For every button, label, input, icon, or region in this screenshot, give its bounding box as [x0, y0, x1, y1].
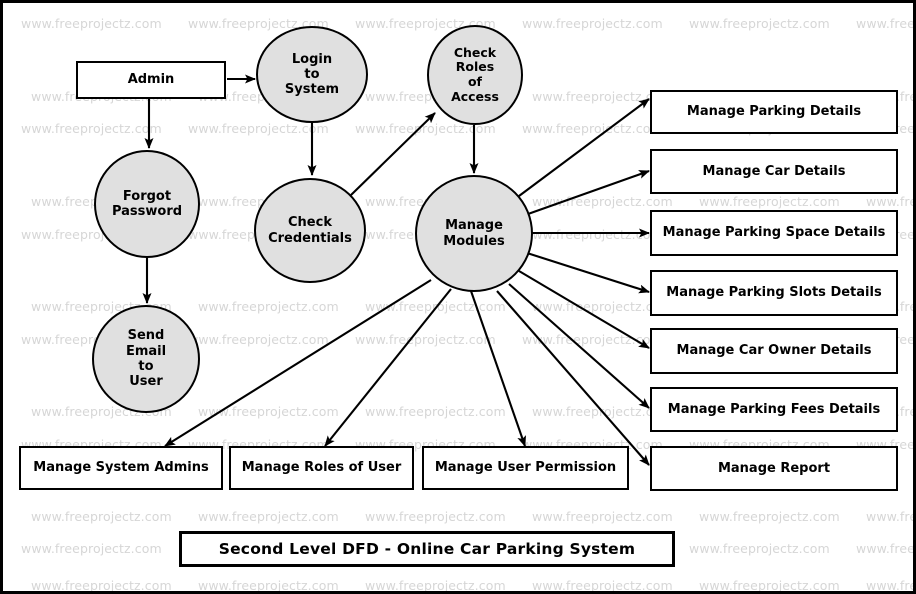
data-store-car-details-label: Manage Car Details [702, 163, 846, 179]
flow-manage-modules-to-car-details [527, 170, 650, 215]
data-store-car-owner-details-label: Manage Car Owner Details [676, 343, 872, 359]
flow-manage-modules-to-report [496, 290, 650, 466]
data-store-user-permission[interactable]: Manage User Permission [422, 446, 629, 490]
process-send-email-to-user-label: Send Email to User [125, 328, 167, 390]
flow-manage-modules-to-roles-of-user [324, 288, 452, 447]
data-store-parking-fees-details-label: Manage Parking Fees Details [667, 401, 881, 417]
data-store-system-admins-label: Manage System Admins [33, 460, 209, 476]
data-store-report-label: Manage Report [717, 460, 831, 476]
external-entity-admin-label: Admin [127, 72, 175, 88]
process-manage-modules[interactable]: Manage Modules [415, 175, 533, 292]
data-store-user-permission-label: Manage User Permission [434, 460, 617, 476]
data-store-parking-details[interactable]: Manage Parking Details [650, 90, 898, 134]
data-store-car-owner-details[interactable]: Manage Car Owner Details [650, 328, 898, 374]
process-manage-modules-label: Manage Modules [443, 218, 505, 249]
data-store-report[interactable]: Manage Report [650, 446, 898, 491]
flow-manage-modules-to-parking-fees-details [508, 283, 650, 409]
flow-check-credentials-to-check-roles [350, 112, 436, 196]
process-check-credentials[interactable]: Check Credentials [254, 178, 366, 283]
process-check-roles-of-access[interactable]: Check Roles of Access [427, 25, 523, 125]
process-login-to-system[interactable]: Login to System [256, 26, 368, 123]
data-store-parking-slots-details[interactable]: Manage Parking Slots Details [650, 270, 898, 316]
data-store-car-details[interactable]: Manage Car Details [650, 149, 898, 194]
process-login-to-system-label: Login to System [284, 51, 340, 98]
diagram-title-box: Second Level DFD - Online Car Parking Sy… [179, 531, 675, 567]
dfd-diagram-canvas: www.freeprojectz.com www.freeprojectz.com… [0, 0, 916, 594]
data-store-parking-details-label: Manage Parking Details [686, 104, 862, 120]
flow-manage-modules-to-parking-details [518, 98, 650, 197]
diagram-title: Second Level DFD - Online Car Parking Sy… [218, 539, 636, 558]
process-check-credentials-label: Check Credentials [268, 215, 352, 246]
data-store-parking-fees-details[interactable]: Manage Parking Fees Details [650, 387, 898, 432]
data-store-roles-of-user-label: Manage Roles of User [241, 460, 402, 476]
data-store-parking-slots-details-label: Manage Parking Slots Details [666, 285, 882, 301]
process-check-roles-of-access-label: Check Roles of Access [451, 44, 499, 104]
process-forgot-password[interactable]: Forgot Password [94, 150, 200, 258]
data-store-roles-of-user[interactable]: Manage Roles of User [229, 446, 414, 490]
data-store-system-admins[interactable]: Manage System Admins [19, 446, 223, 490]
process-send-email-to-user[interactable]: Send Email to User [92, 305, 200, 413]
process-forgot-password-label: Forgot Password [111, 188, 183, 219]
data-store-parking-space-details-label: Manage Parking Space Details [662, 225, 886, 241]
external-entity-admin[interactable]: Admin [76, 61, 226, 99]
data-store-parking-space-details[interactable]: Manage Parking Space Details [650, 210, 898, 256]
